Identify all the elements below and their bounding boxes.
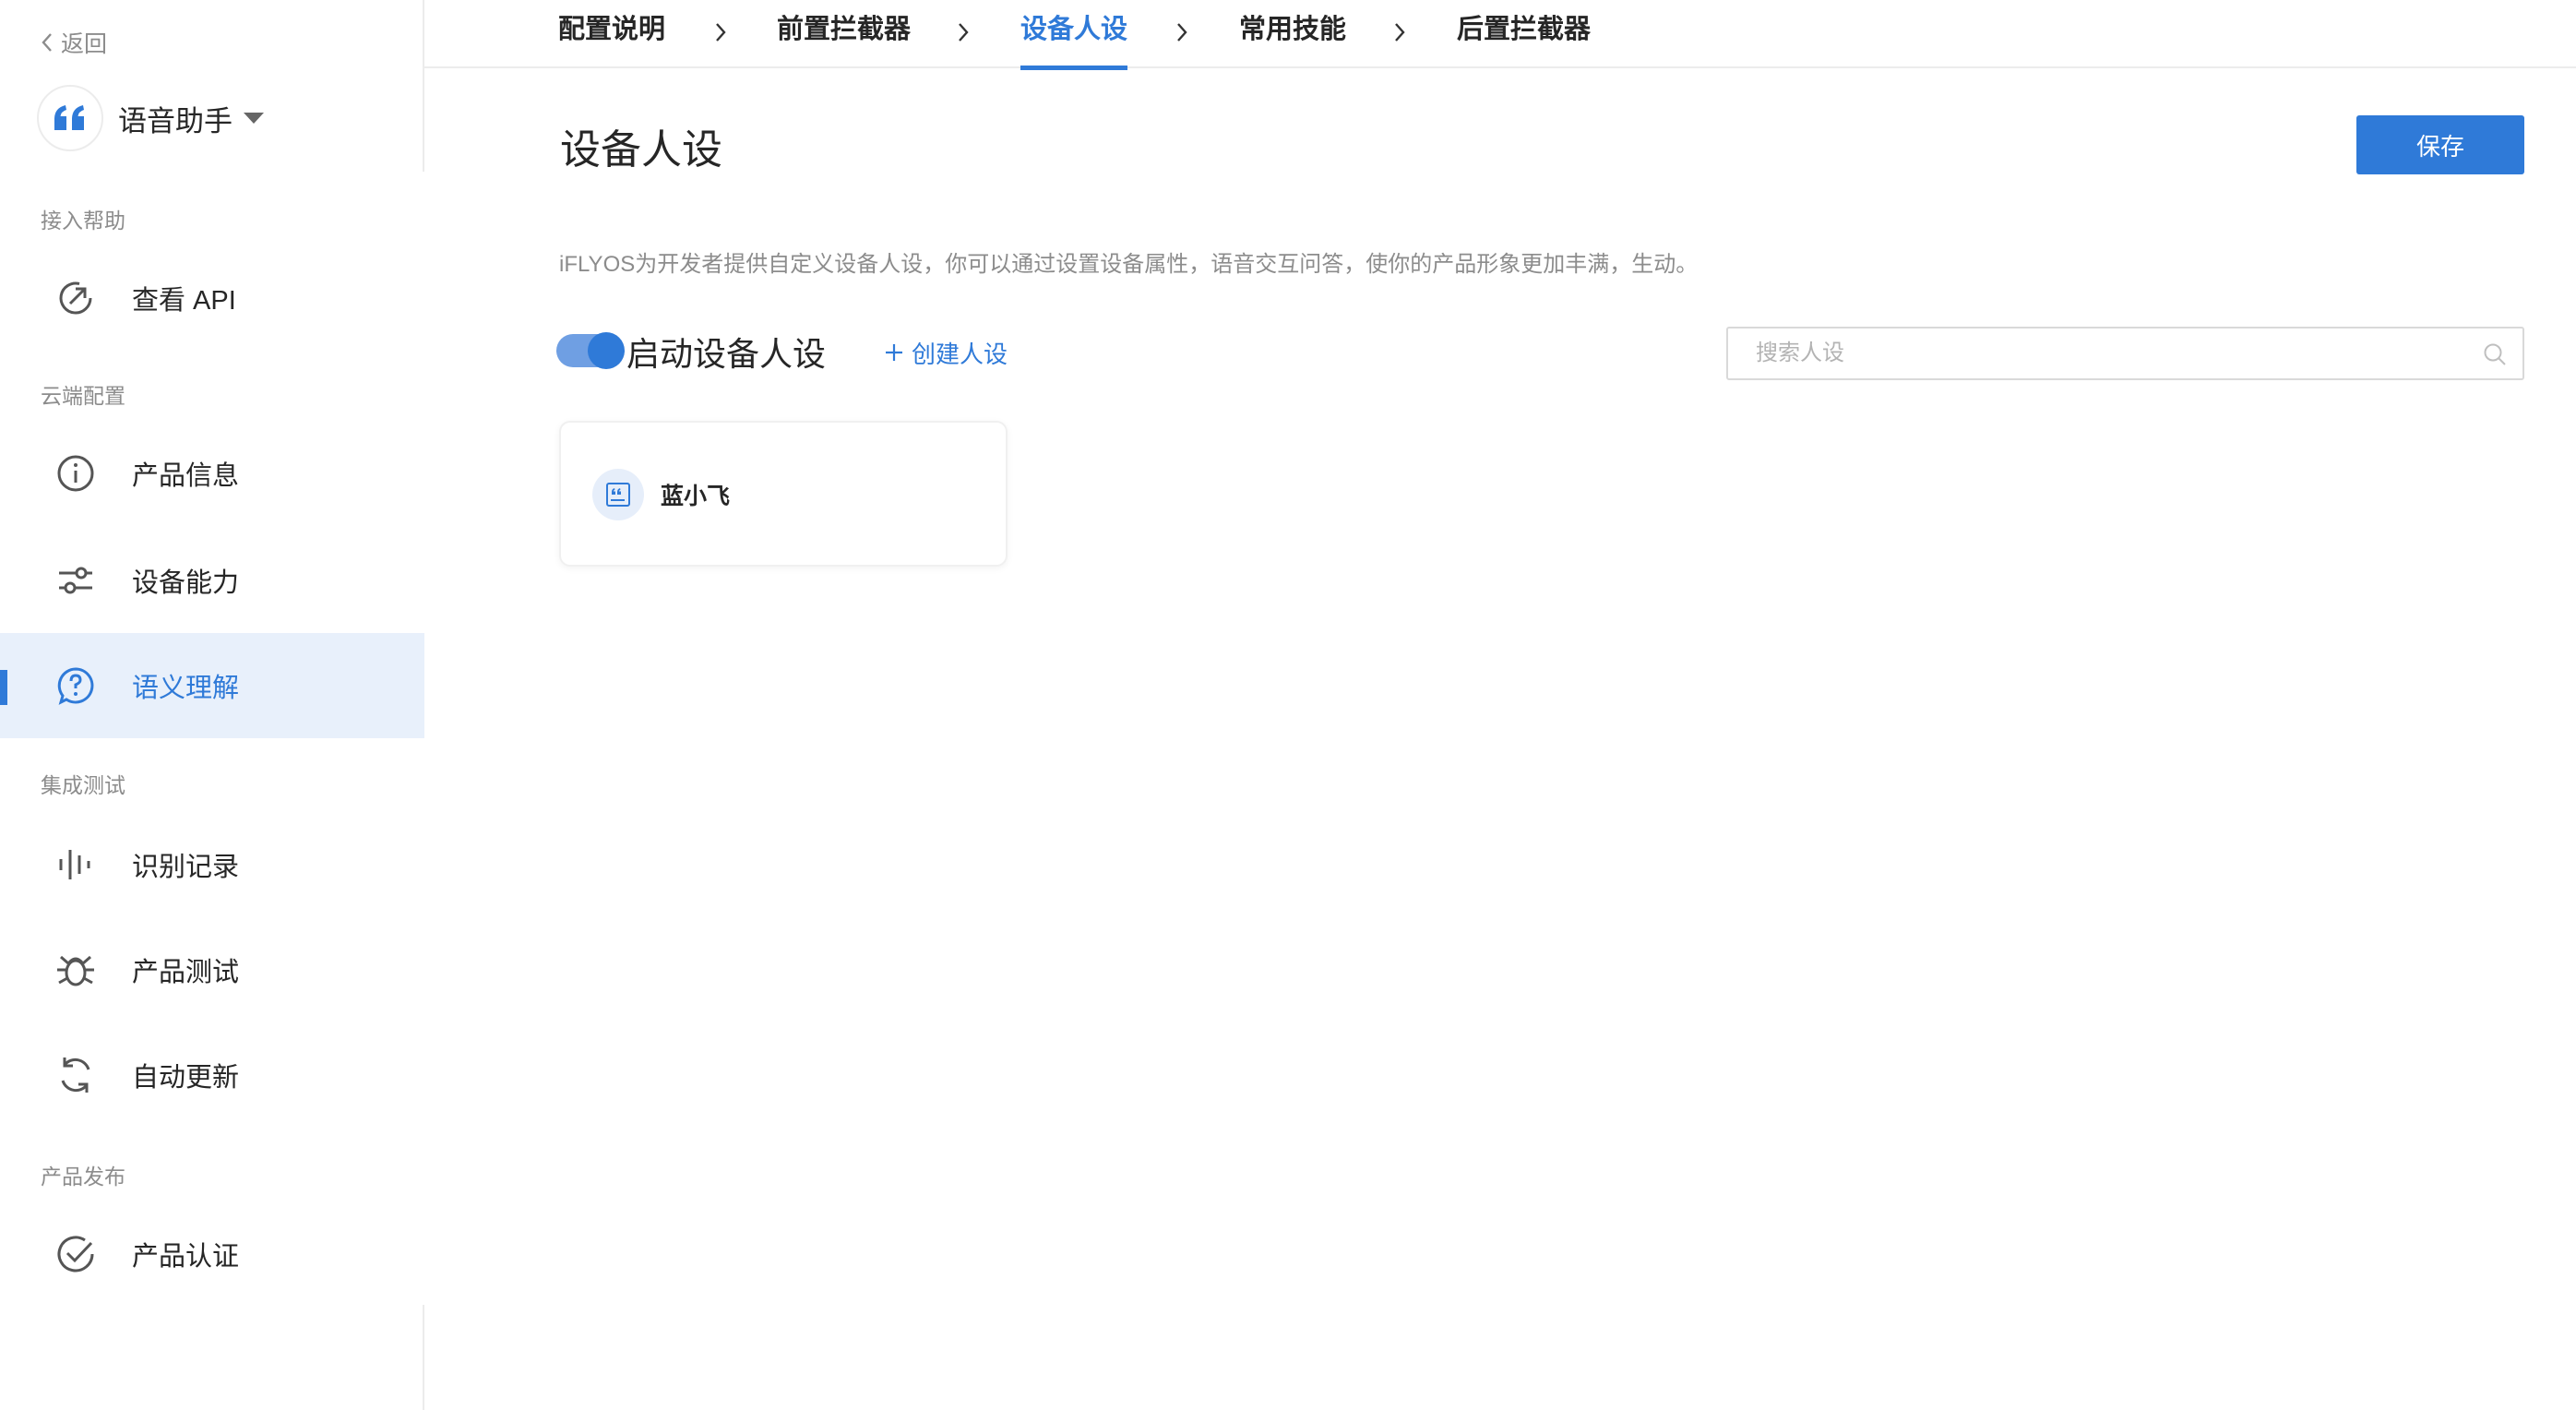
sidebar-item-label: 产品测试 xyxy=(132,958,240,987)
app-switcher[interactable]: 语音助手 xyxy=(37,83,264,153)
sliders-icon xyxy=(54,558,98,603)
sidebar-item-certification[interactable]: 产品认证 xyxy=(0,1201,424,1307)
quote-icon xyxy=(54,105,84,130)
page-description: iFLYOS为开发者提供自定义设备人设，你可以通过设置设备属性，语音交互问答，使… xyxy=(559,252,1699,277)
chevron-right-icon xyxy=(1177,23,1187,42)
check-circle-icon xyxy=(54,1232,98,1276)
back-label: 返回 xyxy=(61,31,108,57)
sidebar-item-label: 自动更新 xyxy=(132,1063,240,1093)
persona-card[interactable]: 蓝小飞 xyxy=(559,421,1008,567)
section-label-publish: 产品发布 xyxy=(41,1165,125,1189)
section-label-cloud: 云端配置 xyxy=(41,384,125,408)
sidebar-item-product-test[interactable]: 产品测试 xyxy=(0,917,424,1022)
caret-down-icon xyxy=(244,113,264,124)
sidebar-item-label: 语义理解 xyxy=(132,674,240,703)
bug-icon xyxy=(54,948,98,992)
page-title: 设备人设 xyxy=(560,127,722,173)
persona-name: 蓝小飞 xyxy=(661,484,731,509)
section-label-test: 集成测试 xyxy=(41,773,125,797)
chevron-right-icon xyxy=(1395,23,1405,42)
refresh-icon xyxy=(54,1053,98,1097)
toggle-label: 启动设备人设 xyxy=(626,335,827,373)
app-logo xyxy=(37,85,103,151)
sidebar-item-label: 产品认证 xyxy=(132,1242,240,1272)
sidebar: 返回 语音助手 接入帮助 查看 API 云端配置 产品信息 设备能力 语义理解 … xyxy=(0,0,424,1410)
search-box xyxy=(1726,327,2524,380)
toggle-knob xyxy=(588,332,625,369)
sidebar-item-auto-update[interactable]: 自动更新 xyxy=(0,1022,424,1128)
question-bubble-icon xyxy=(54,663,98,708)
waveform-icon xyxy=(54,842,98,887)
step-post-interceptor[interactable]: 后置拦截器 xyxy=(1457,0,1591,68)
save-button[interactable]: 保存 xyxy=(2356,115,2524,174)
persona-avatar xyxy=(592,469,644,520)
sidebar-item-label: 查看 API xyxy=(132,286,236,316)
sidebar-item-device-capability[interactable]: 设备能力 xyxy=(0,528,424,633)
step-common-skills[interactable]: 常用技能 xyxy=(1239,0,1346,68)
create-persona-label: 创建人设 xyxy=(912,340,1008,368)
sidebar-item-view-api[interactable]: 查看 API xyxy=(0,245,424,351)
sidebar-item-product-info[interactable]: 产品信息 xyxy=(0,421,424,526)
step-navigation: 配置说明 前置拦截器 设备人设 常用技能 后置拦截器 xyxy=(424,0,2576,70)
app-name: 语音助手 xyxy=(118,104,233,137)
sidebar-divider xyxy=(423,1305,424,1410)
step-device-persona[interactable]: 设备人设 xyxy=(1020,0,1128,70)
plus-icon xyxy=(886,344,902,361)
sidebar-item-label: 产品信息 xyxy=(132,461,240,491)
quote-card-icon xyxy=(606,483,630,507)
persona-toggle[interactable] xyxy=(556,332,625,369)
info-icon xyxy=(54,451,98,496)
sidebar-item-semantic[interactable]: 语义理解 xyxy=(0,633,424,738)
chevron-right-icon xyxy=(716,23,726,42)
search-input[interactable] xyxy=(1728,329,2448,378)
step-config-guide[interactable]: 配置说明 xyxy=(558,0,665,68)
step-pre-interceptor[interactable]: 前置拦截器 xyxy=(777,0,911,68)
chevron-left-icon xyxy=(42,33,52,52)
external-link-icon xyxy=(54,276,98,320)
section-label-help: 接入帮助 xyxy=(41,209,125,233)
back-link[interactable]: 返回 xyxy=(39,24,107,61)
chevron-right-icon xyxy=(959,23,969,42)
app-window: 返回 语音助手 接入帮助 查看 API 云端配置 产品信息 设备能力 语义理解 … xyxy=(0,0,2576,1410)
search-icon[interactable] xyxy=(2482,341,2508,367)
sidebar-item-recognition-log[interactable]: 识别记录 xyxy=(0,812,424,917)
sidebar-item-label: 识别记录 xyxy=(132,853,240,882)
sidebar-item-label: 设备能力 xyxy=(132,568,240,598)
create-persona-button[interactable]: 创建人设 xyxy=(884,334,1008,371)
